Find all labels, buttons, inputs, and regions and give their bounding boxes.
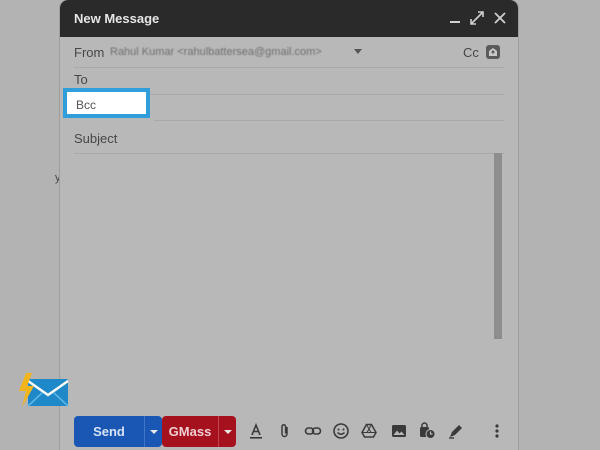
chevron-down-icon[interactable] — [354, 49, 362, 54]
minimize-icon[interactable] — [446, 9, 464, 27]
from-address-select[interactable]: Rahul Kumar <rahulbattersea@gmail.com> — [110, 46, 322, 58]
close-icon[interactable] — [491, 9, 509, 27]
bcc-field[interactable]: Bcc — [63, 88, 150, 118]
chevron-down-icon — [150, 430, 158, 434]
from-row: From Rahul Kumar <rahulbattersea@gmail.c… — [74, 39, 504, 68]
contacts-icon[interactable] — [485, 44, 501, 60]
send-options-button[interactable] — [144, 416, 162, 447]
image-icon[interactable] — [390, 422, 408, 440]
gmass-options-button[interactable] — [218, 416, 236, 447]
gmass-button[interactable]: GMass — [162, 416, 218, 447]
bcc-divider — [154, 120, 504, 121]
paperclip-icon[interactable] — [276, 422, 294, 440]
compose-title: New Message — [74, 11, 160, 26]
cc-link[interactable]: Cc — [463, 45, 479, 60]
bcc-label: Bcc — [76, 98, 97, 112]
compose-toolbar: Send GMass — [60, 414, 518, 450]
message-body[interactable] — [74, 156, 494, 406]
signature-pen-icon[interactable] — [447, 422, 465, 440]
compose-window: New Message From Rahul Kumar <rahulbatte… — [59, 0, 519, 450]
to-label: To — [74, 72, 88, 87]
link-icon[interactable] — [304, 422, 322, 440]
subject-row[interactable]: Subject — [74, 125, 504, 154]
drive-icon[interactable] — [360, 422, 378, 440]
body-scrollbar[interactable] — [494, 153, 502, 339]
lightning-envelope-icon — [19, 373, 69, 407]
chevron-down-icon — [224, 430, 232, 434]
confidential-mode-icon[interactable] — [418, 422, 436, 440]
send-button[interactable]: Send — [74, 416, 144, 447]
more-vertical-icon[interactable] — [488, 422, 506, 440]
emoji-icon[interactable] — [332, 422, 350, 440]
from-label: From — [74, 45, 105, 60]
format-text-icon[interactable] — [247, 422, 265, 440]
compose-titlebar[interactable]: New Message — [60, 0, 518, 37]
expand-icon[interactable] — [468, 9, 486, 27]
subject-label: Subject — [74, 131, 118, 146]
